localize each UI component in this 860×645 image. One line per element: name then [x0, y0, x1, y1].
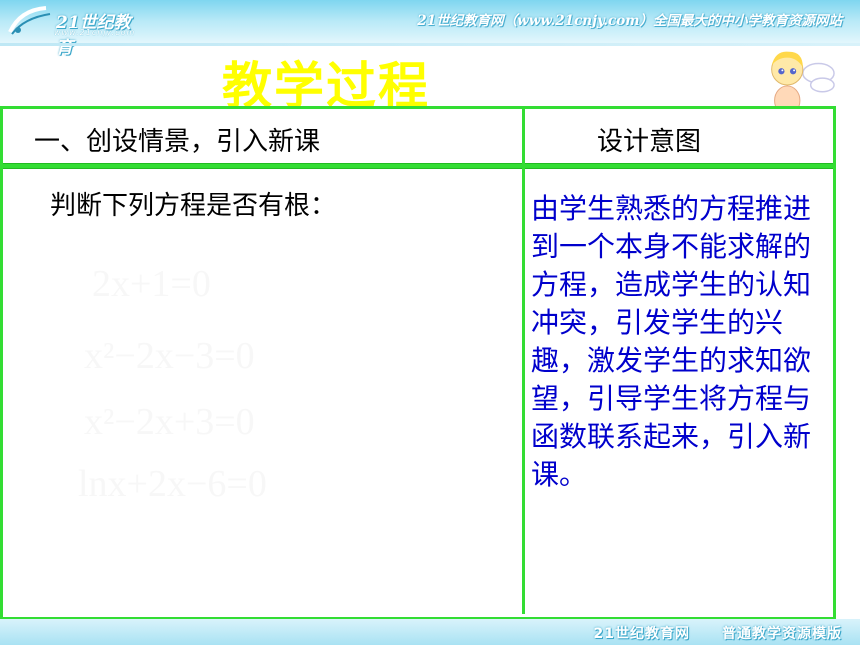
footer-bar: 21世纪教育网 普通教学资源模版	[0, 619, 860, 645]
top-banner: 21世纪教育 www.21cnjy.com 21世纪教育网（www.21cnjy…	[0, 0, 860, 58]
footer-text: 21世纪教育网 普通教学资源模版	[594, 623, 842, 643]
equation-1: 2x+1=0	[92, 263, 211, 305]
banner-tagline: 21世纪教育网（www.21cnjy.com）全国最大的中小学教育资源网站	[417, 13, 842, 29]
header-intent: 设计意图	[597, 127, 702, 157]
footer-template: 普通教学资源模版	[722, 626, 842, 642]
header-stage: 一、创设情景，引入新课	[34, 127, 321, 157]
footer-site[interactable]: 21世纪教育网	[594, 626, 690, 642]
equation-2: x²−2x−3=0	[84, 335, 255, 377]
header-divider	[3, 163, 833, 169]
site-logo[interactable]: 21世纪教育 www.21cnjy.com	[6, 4, 146, 58]
design-intent-text: 由学生熟悉的方程推进到一个本身不能求解的方程，造成学生的认知冲突，引发学生的兴趣…	[531, 192, 812, 491]
equation-3: x²−2x+3=0	[84, 401, 255, 443]
logo-swoosh-icon	[8, 6, 51, 35]
equation-4: lnx+2x−6=0	[78, 463, 267, 505]
question-prompt: 判断下列方程是否有根：	[50, 191, 337, 221]
logo-url: www.21cnjy.com	[54, 28, 136, 37]
column-divider	[522, 109, 525, 614]
